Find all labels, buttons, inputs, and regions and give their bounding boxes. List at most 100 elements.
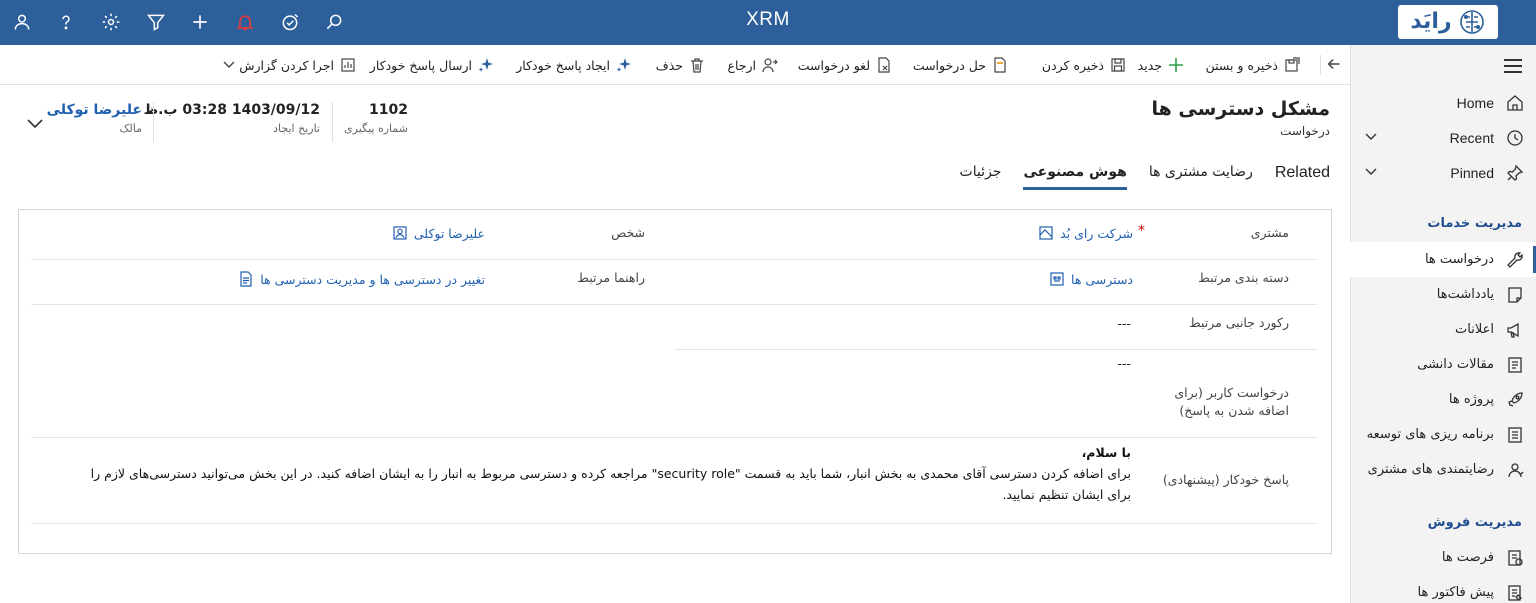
auto-reply-label: پاسخ خودکار (پیشنهادی) <box>1162 472 1289 487</box>
sidebar-item-opportunities[interactable]: فرصت ها <box>1350 540 1536 575</box>
resolve-label: حل درخواست <box>912 57 986 73</box>
create-auto-reply-button[interactable]: ایجاد پاسخ خودکار <box>516 54 632 76</box>
trash-icon <box>691 58 703 73</box>
sidebar-item-notes[interactable]: یادداشت‌ها <box>1350 277 1536 312</box>
sidebar-item-label: Recent <box>1449 129 1494 146</box>
brand-logo: رایَد <box>1398 5 1498 39</box>
category-lookup[interactable]: دسترسی ها <box>1049 271 1133 287</box>
customer-label: مشتری <box>1250 225 1289 240</box>
save-button[interactable]: ذخیره کردن <box>1042 54 1126 76</box>
create-auto-reply-label: ایجاد پاسخ خودکار <box>516 57 610 73</box>
form-tabs: جزئیات هوش مصنوعی رضایت مشتری ها Related <box>938 162 1330 190</box>
assign-user-icon <box>762 58 778 73</box>
assign-button[interactable]: ارجاع <box>727 54 778 76</box>
sidebar-item-customer-satisfaction[interactable]: رضایتمندی های مشتری <box>1350 452 1536 487</box>
side-record-value[interactable]: --- <box>1117 316 1131 331</box>
send-auto-reply-button[interactable]: ارسال پاسخ خودکار <box>370 54 494 76</box>
customer-value: شرکت رای بُد <box>1060 225 1133 241</box>
rocket-icon <box>1506 391 1524 409</box>
tracking-number-label: شماره پیگیری <box>344 122 408 135</box>
delete-label: حذف <box>655 57 683 73</box>
tab-customer-satisfaction[interactable]: رضایت مشتری ها <box>1149 162 1253 190</box>
megaphone-icon <box>1506 321 1524 339</box>
guide-value: تغییر در دسترسی ها و مدیریت دسترسی ها <box>260 271 485 287</box>
record-title: مشکل دسترسی ها <box>1151 98 1330 120</box>
sidebar-item-label: Home <box>1456 94 1494 111</box>
sparkle-icon <box>616 58 631 72</box>
header-divider <box>153 102 154 142</box>
sidebar-item-label: مقالات دانشی <box>1417 357 1494 372</box>
logo-text: رایَد <box>1410 9 1452 34</box>
sidebar-item-label: برنامه ریزی های توسعه <box>1366 427 1494 442</box>
person-lookup[interactable]: علیرضا توکلی <box>392 225 485 241</box>
sidebar-item-label: پروژه ها <box>1448 392 1494 407</box>
article-icon <box>1506 356 1524 374</box>
header-expand-chevron-icon[interactable] <box>26 116 44 132</box>
tab-related[interactable]: Related <box>1275 162 1330 190</box>
row-divider <box>31 523 1317 524</box>
user-request-label: درخواست کاربر (برای اضافه شدن به پاسخ) <box>1174 385 1289 418</box>
contact-icon <box>393 226 407 240</box>
run-report-label: اجرا کردن گزارش <box>239 57 334 73</box>
header-divider <box>332 102 333 142</box>
wrench-icon <box>1506 251 1524 269</box>
owner-field[interactable]: علیرضا توکلی مالک <box>47 102 142 135</box>
command-bar: ذخیره و بستن جدید ذخیره کردن حل درخواست … <box>0 45 1350 85</box>
row-divider <box>675 349 1317 350</box>
save-close-label: ذخیره و بستن <box>1205 57 1278 73</box>
customer-lookup[interactable]: شرکت رای بُد <box>1038 225 1133 241</box>
chevron-down-icon[interactable] <box>1364 130 1378 144</box>
sidebar-section-sales: مدیریت فروش <box>1427 515 1522 530</box>
report-icon <box>341 58 355 72</box>
chevron-down-icon[interactable] <box>1364 165 1378 179</box>
back-button[interactable] <box>1320 55 1342 75</box>
sidebar-item-requests[interactable]: درخواست ها <box>1350 242 1536 277</box>
record-entity: درخواست <box>1280 124 1330 138</box>
category-icon <box>1050 272 1064 286</box>
person-value: علیرضا توکلی <box>413 225 485 241</box>
owner-value[interactable]: علیرضا توکلی <box>47 102 142 118</box>
cancel-request-button[interactable]: لغو درخواست <box>798 54 892 76</box>
sidebar-item-pinned[interactable]: Pinned <box>1350 155 1536 190</box>
auto-reply-text[interactable]: با سلام، برای اضافه کردن دسترسی آقای محم… <box>67 442 1131 505</box>
created-on-label: تاریخ ایجاد <box>273 122 320 135</box>
sidebar-item-label: یادداشت‌ها <box>1436 287 1494 302</box>
plan-icon <box>1506 426 1524 444</box>
sparkle-send-icon <box>478 58 493 72</box>
guide-lookup[interactable]: تغییر در دسترسی ها و مدیریت دسترسی ها <box>238 271 485 287</box>
clock-icon <box>1506 129 1524 147</box>
sidebar-item-development-planning[interactable]: برنامه ریزی های توسعه <box>1350 417 1536 452</box>
row-divider <box>31 437 1317 438</box>
home-icon <box>1506 94 1524 112</box>
resolve-button[interactable]: حل درخواست <box>913 54 1008 76</box>
save-close-button[interactable]: ذخیره و بستن <box>1206 54 1300 76</box>
hamburger-menu-icon[interactable] <box>1504 59 1522 73</box>
run-report-button[interactable]: اجرا کردن گزارش <box>239 54 356 76</box>
tab-ai[interactable]: هوش مصنوعی <box>1023 162 1128 190</box>
created-on-field: 1403/09/12 03:28 ب.ظ تاریخ ایجاد <box>144 102 320 135</box>
sidebar-item-home[interactable]: Home <box>1350 85 1536 120</box>
delete-button[interactable]: حذف <box>656 54 705 76</box>
user-request-value[interactable]: --- <box>1117 356 1131 371</box>
satisfaction-icon <box>1506 461 1524 479</box>
more-commands-chevron-icon[interactable] <box>222 57 236 71</box>
cancel-document-icon <box>878 57 890 73</box>
app-title: XRM <box>746 9 790 30</box>
sidebar-item-label: پیش فاکتور ها <box>1417 585 1494 600</box>
tab-details[interactable]: جزئیات <box>960 162 1002 190</box>
owner-label: مالک <box>119 122 142 135</box>
document-icon <box>240 271 252 287</box>
sidebar-item-announcements[interactable]: اعلانات <box>1350 312 1536 347</box>
quote-icon <box>1506 584 1524 602</box>
assign-label: ارجاع <box>727 57 756 73</box>
save-icon <box>1111 58 1125 72</box>
auto-reply-body: برای اضافه کردن دسترسی آقای محمدی به بخش… <box>90 466 1131 502</box>
new-button[interactable]: جدید <box>1138 54 1184 76</box>
back-arrow-icon <box>1327 58 1340 70</box>
sidebar-item-quotes[interactable]: پیش فاکتور ها <box>1350 575 1536 603</box>
opportunity-icon <box>1506 549 1524 567</box>
person-label: شخص <box>611 225 645 240</box>
sidebar-item-recent[interactable]: Recent <box>1350 120 1536 155</box>
sidebar-item-knowledge-articles[interactable]: مقالات دانشی <box>1350 347 1536 382</box>
sidebar-item-projects[interactable]: پروژه ها <box>1350 382 1536 417</box>
